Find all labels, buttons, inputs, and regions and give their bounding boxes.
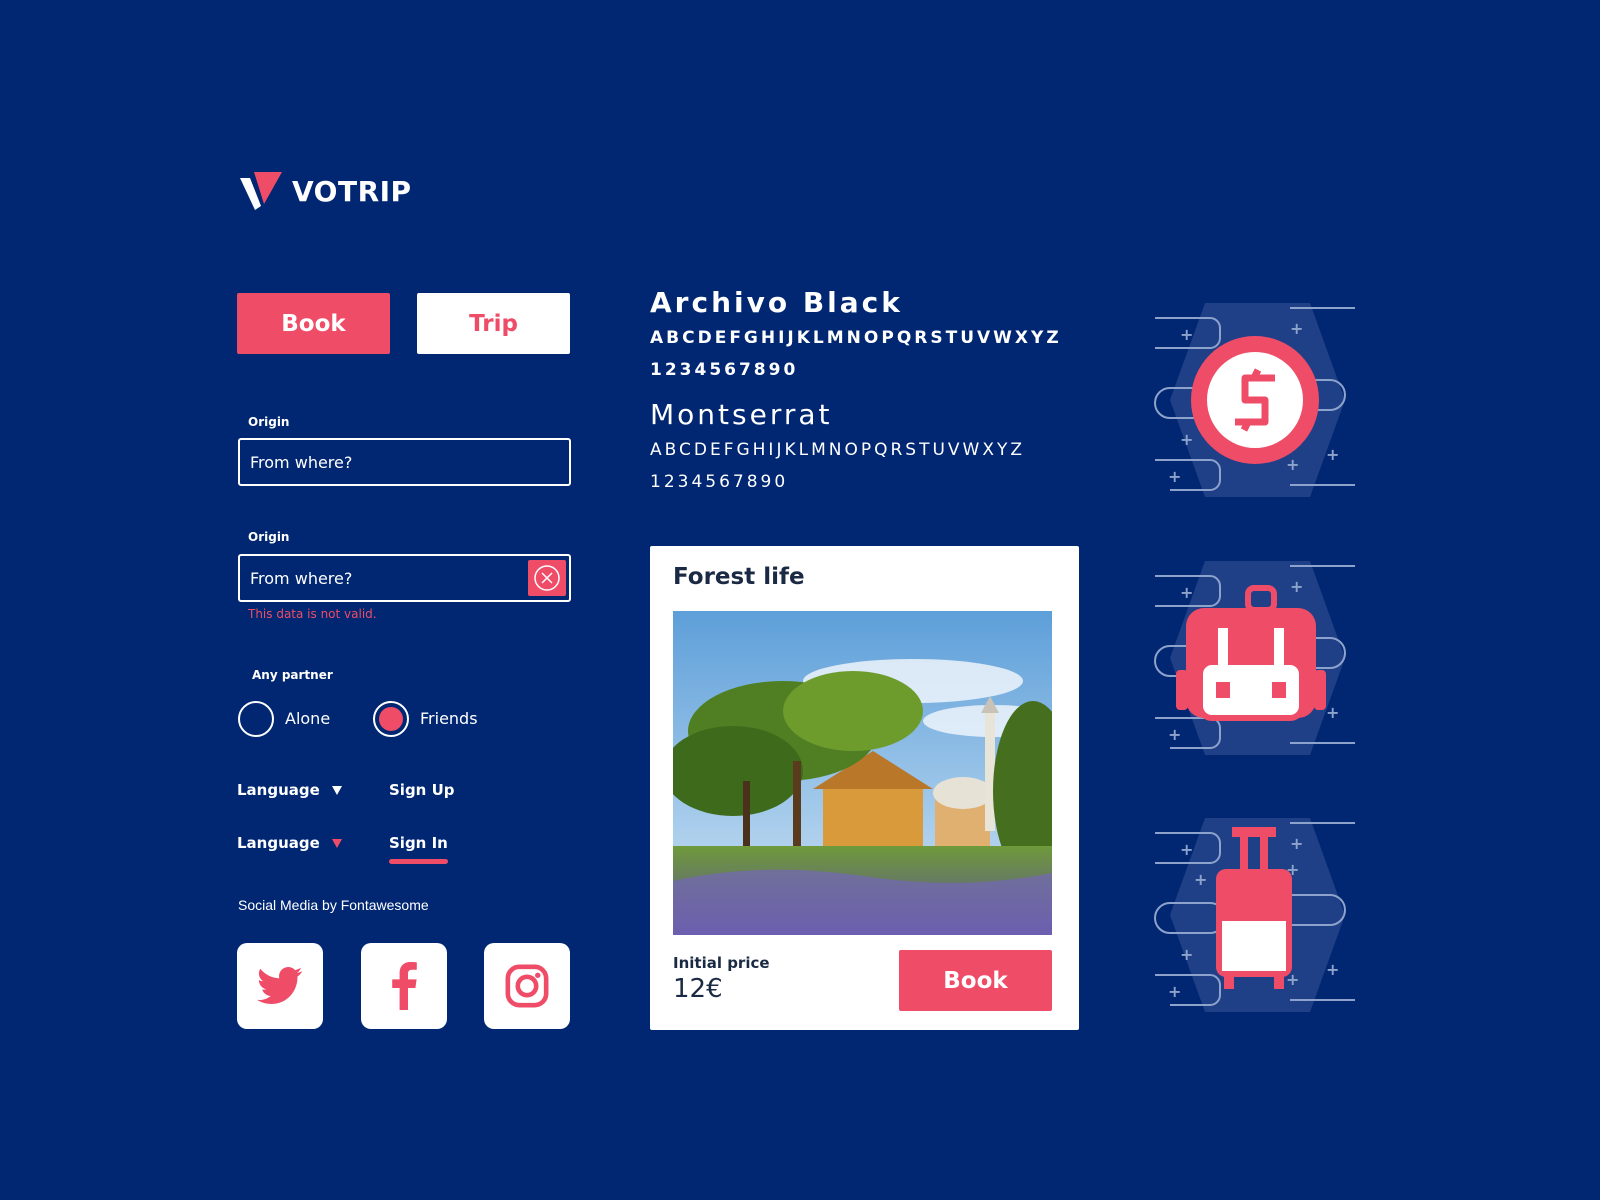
twitter-button[interactable] (237, 943, 323, 1029)
svg-text:+: + (1326, 703, 1339, 722)
social-caption: Social Media by Fontawesome (238, 897, 429, 913)
card-photo (673, 611, 1052, 935)
tab-book[interactable]: Book (237, 293, 390, 354)
instagram-icon (505, 964, 549, 1008)
svg-text:+: + (1290, 319, 1303, 338)
error-message: This data is not valid. (248, 607, 377, 621)
partner-label: Any partner (252, 668, 333, 682)
font1-digits: 1234567890 (650, 360, 799, 380)
svg-text:+: + (1180, 583, 1193, 602)
font2-digits: 1234567890 (650, 472, 789, 492)
origin-label: Origin (248, 415, 290, 429)
dollar-illustration: + + + + + + (1150, 300, 1360, 500)
language-label-active: Language (237, 834, 320, 852)
card-book-button[interactable]: Book (899, 950, 1052, 1011)
chevron-down-icon (331, 785, 342, 795)
svg-text:+: + (1286, 455, 1299, 474)
radio-selected-dot (379, 707, 403, 731)
svg-text:+: + (1326, 445, 1339, 464)
tab-trip[interactable]: Trip (417, 293, 570, 354)
price-value: 12€ (673, 974, 723, 1004)
language-dropdown-active[interactable]: Language (237, 834, 342, 852)
font1-alphabet: ABCDEFGHIJKLMNOPQRSTUVWXYZ (650, 328, 1062, 348)
clear-input-button[interactable] (528, 560, 566, 596)
svg-text:+: + (1168, 725, 1181, 744)
svg-text:+: + (1168, 982, 1181, 1001)
close-circle-icon (534, 565, 560, 591)
origin-input-error[interactable] (250, 568, 520, 588)
instagram-button[interactable] (484, 943, 570, 1029)
radio-friends-label[interactable]: Friends (420, 709, 478, 728)
twitter-icon (257, 967, 303, 1005)
language-label: Language (237, 781, 320, 799)
radio-alone[interactable] (238, 701, 274, 737)
brand-name: VOTRIP (292, 174, 412, 208)
svg-text:+: + (1180, 325, 1193, 344)
chevron-down-icon-active (331, 838, 342, 848)
active-underline (389, 859, 448, 864)
svg-text:+: + (1290, 834, 1303, 853)
language-dropdown[interactable]: Language (237, 781, 342, 799)
font2-alphabet: ABCDEFGHIJKLMNOPQRSTUVWXYZ (650, 440, 1026, 460)
svg-text:+: + (1180, 840, 1193, 859)
font2-name: Montserrat (650, 398, 833, 431)
price-label: Initial price (673, 954, 770, 972)
suitcase-illustration: + + + + + + + + (1150, 815, 1360, 1015)
backpack-illustration: ++ ++ + (1150, 558, 1360, 758)
radio-friends[interactable] (373, 701, 409, 737)
origin-field[interactable] (238, 438, 571, 486)
svg-text:+: + (1180, 945, 1193, 964)
signin-link[interactable]: Sign In (389, 834, 448, 852)
trip-card: Forest life Initial price 12€ Book (650, 546, 1079, 1030)
origin-label-error-state: Origin (248, 530, 290, 544)
origin-field-error[interactable] (238, 554, 571, 602)
signup-link[interactable]: Sign Up (389, 781, 455, 799)
card-title: Forest life (673, 564, 805, 590)
facebook-icon (392, 962, 417, 1010)
votrip-logo-icon (240, 172, 282, 210)
font1-name: Archivo Black (650, 286, 903, 319)
origin-input[interactable] (250, 452, 520, 472)
svg-text:+: + (1194, 870, 1207, 889)
brand-logo[interactable]: VOTRIP (240, 172, 412, 210)
svg-text:+: + (1326, 960, 1339, 979)
radio-alone-label[interactable]: Alone (285, 709, 330, 728)
svg-text:+: + (1290, 577, 1303, 596)
svg-text:+: + (1168, 467, 1181, 486)
facebook-button[interactable] (361, 943, 447, 1029)
svg-text:+: + (1180, 430, 1193, 449)
